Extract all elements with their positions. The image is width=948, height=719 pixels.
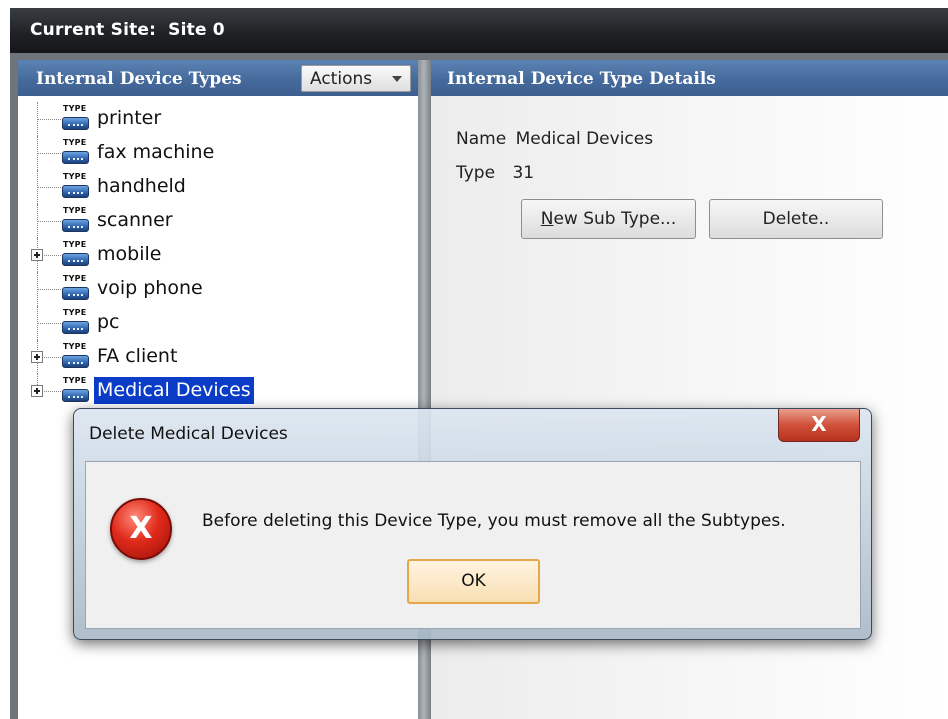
tree-connector-line [37,289,61,290]
expand-plus-icon[interactable] [31,385,43,397]
name-value: Medical Devices [515,129,654,149]
device-types-tree: TYPE printer TYPE fax machine TYPE handheld TY… [18,102,418,408]
close-icon: X [811,412,827,436]
tree-item-label: Medical Devices [94,377,254,404]
device-type-icon: TYPE [59,172,89,202]
type-row: Type 31 [456,163,534,183]
type-icon-device [62,253,89,266]
tree-item-label: handheld [97,175,186,197]
expand-plus-icon[interactable] [31,351,43,363]
tree-item-label: FA client [97,345,178,367]
current-site-label: Current Site: [30,20,157,40]
tree-connector-line [37,187,61,188]
tree-connector-line [37,119,61,120]
dialog-title: Delete Medical Devices [89,424,288,444]
tree-item-label: mobile [97,243,162,265]
delete-button[interactable]: Delete.. [709,199,883,239]
device-type-icon: TYPE [59,206,89,236]
device-type-icon: TYPE [59,138,89,168]
tree-connector-line [37,323,61,324]
device-type-icon: TYPE [59,308,89,338]
tree-item[interactable]: TYPE scanner [18,204,418,238]
type-icon-tag: TYPE [63,138,87,147]
dialog-content: X Before deleting this Device Type, you … [85,461,861,629]
tree-item[interactable]: TYPE FA client [18,340,418,374]
tree-connector-line [37,153,61,154]
tree-item-label: pc [97,311,120,333]
tree-item-label: scanner [97,209,173,231]
type-icon-device [62,355,89,368]
device-type-icon: TYPE [59,104,89,134]
type-icon-tag: TYPE [63,206,87,215]
type-icon-tag: TYPE [63,104,87,113]
tree-item[interactable]: TYPE printer [18,102,418,136]
device-types-title: Internal Device Types [36,69,242,89]
current-site-text: Current Site: Site 0 [30,20,225,40]
type-value: 31 [512,163,535,183]
tree-item[interactable]: TYPE pc [18,306,418,340]
current-site-value: Site 0 [168,20,225,40]
current-site-bar: Current Site: Site 0 [10,8,948,53]
dialog-close-button[interactable]: X [778,409,860,442]
type-icon-device [62,151,89,164]
type-icon-device [62,219,89,232]
name-row: Name Medical Devices [456,129,653,149]
device-type-icon: TYPE [59,240,89,270]
error-icon-glyph: X [129,511,153,546]
details-title: Internal Device Type Details [447,69,716,89]
type-icon-tag: TYPE [63,240,87,249]
tree-item-label: fax machine [97,141,215,163]
new-sub-type-button[interactable]: New Sub Type... [521,199,696,239]
dialog-message: Before deleting this Device Type, you mu… [202,511,786,531]
delete-dialog: Delete Medical Devices X X Before deleti… [73,408,872,640]
tree-item[interactable]: TYPE Medical Devices [18,374,418,408]
details-panel-header: Internal Device Type Details [431,60,948,96]
device-type-icon: TYPE [59,342,89,372]
type-label: Type [456,163,496,183]
new-sub-type-label: ew Sub Type... [553,209,677,229]
tree-connector-line [37,221,61,222]
type-icon-device [62,185,89,198]
name-label: Name [456,129,507,149]
actions-label: Actions [310,69,373,89]
type-icon-device [62,389,89,402]
delete-label: Delete.. [762,209,830,229]
type-icon-tag: TYPE [63,376,87,385]
device-type-icon: TYPE [59,376,89,406]
ok-button[interactable]: OK [407,559,540,604]
type-icon-device [62,117,89,130]
tree-item-label: printer [97,107,162,129]
ok-label: OK [461,571,486,591]
device-types-panel-header: Internal Device Types Actions [18,60,418,96]
type-icon-tag: TYPE [63,342,87,351]
device-type-icon: TYPE [59,274,89,304]
tree-item[interactable]: TYPE voip phone [18,272,418,306]
type-icon-device [62,287,89,300]
type-icon-tag: TYPE [63,172,87,181]
chevron-down-icon [392,76,402,82]
actions-dropdown-button[interactable]: Actions [301,65,411,92]
type-icon-device [62,321,89,334]
error-icon: X [110,498,172,560]
type-icon-tag: TYPE [63,308,87,317]
expand-plus-icon[interactable] [31,249,43,261]
type-icon-tag: TYPE [63,274,87,283]
tree-item[interactable]: TYPE fax machine [18,136,418,170]
new-sub-type-accelerator: N [540,209,554,229]
tree-item[interactable]: TYPE mobile [18,238,418,272]
tree-item[interactable]: TYPE handheld [18,170,418,204]
tree-item-label: voip phone [97,277,203,299]
